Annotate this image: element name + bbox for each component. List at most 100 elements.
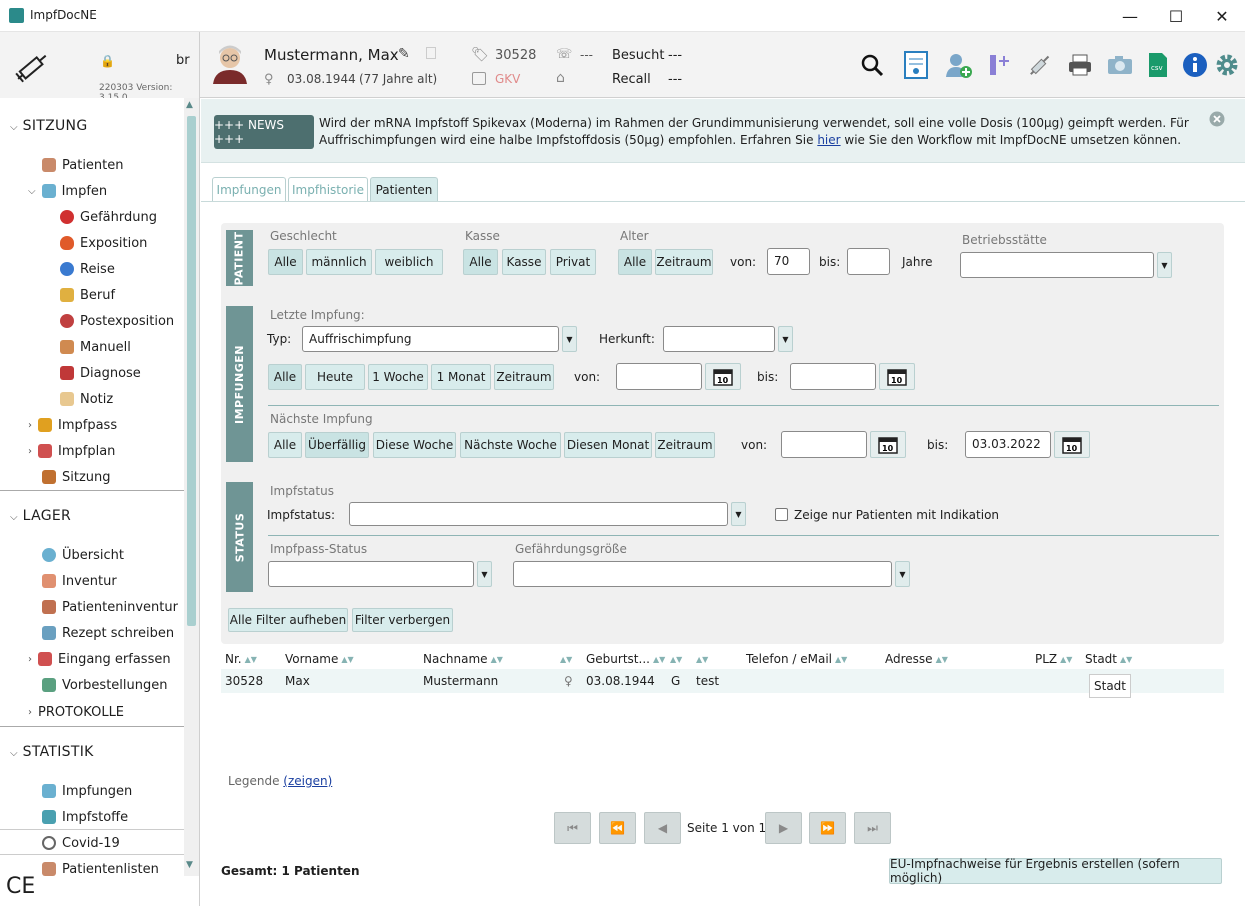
sidebar-item-gefaehrdung[interactable]: Gefährdung <box>60 206 157 228</box>
settings-gear-icon[interactable] <box>1212 50 1242 80</box>
add-entry-icon[interactable] <box>984 50 1014 80</box>
edit-pencil-icon[interactable]: ✎ <box>398 46 410 62</box>
letzte-heute-button[interactable]: Heute <box>305 364 365 390</box>
col-nachname[interactable]: Nachname ▲▼ <box>423 650 503 668</box>
naechste-diesenmonat-button[interactable]: Diesen Monat <box>564 432 652 458</box>
naechste-bis-input[interactable]: 03.03.2022 <box>965 431 1051 458</box>
sidebar-item-notiz[interactable]: Notiz <box>60 388 113 410</box>
table-row[interactable] <box>221 669 1224 693</box>
sidebar-item-patientenlisten[interactable]: Patientenlisten <box>42 858 159 880</box>
naechste-ueberfaellig-button[interactable]: Überfällig <box>305 432 369 458</box>
legend-show-link[interactable]: (zeigen) <box>283 774 332 788</box>
scroll-up-icon[interactable]: ▲ <box>186 100 193 110</box>
indikation-checkbox[interactable] <box>775 508 788 521</box>
alter-zeitraum-button[interactable]: Zeitraum <box>655 249 713 275</box>
kasse-alle-button[interactable]: Alle <box>463 249 498 275</box>
naechste-alle-button[interactable]: Alle <box>268 432 302 458</box>
gefaehrdung-select[interactable] <box>513 561 892 587</box>
close-button[interactable]: ✕ <box>1199 0 1245 32</box>
syringe-icon[interactable] <box>1025 50 1055 80</box>
delete-icon[interactable] <box>426 47 436 59</box>
col-adresse[interactable]: Adresse ▲▼ <box>885 650 948 668</box>
sidebar-item-impfplan[interactable]: › Impfplan <box>28 440 115 462</box>
col-g[interactable]: ▲▼ <box>670 650 682 668</box>
sidebar-item-postexposition[interactable]: Postexposition <box>60 310 174 332</box>
col-plz[interactable]: PLZ ▲▼ <box>1035 650 1072 668</box>
first-page-icon[interactable]: ⏮ <box>554 812 591 844</box>
sidebar-item-patienteninventur[interactable]: Patienteninventur <box>42 596 178 618</box>
news-badge[interactable]: +++ NEWS +++ <box>214 115 314 149</box>
tab-impfhistorie[interactable]: Impfhistorie <box>288 177 368 201</box>
col-nr[interactable]: Nr. ▲▼ <box>225 650 257 668</box>
eu-certificate-button[interactable]: EU-Impfnachweise für Ergebnis erstellen … <box>889 857 1222 885</box>
sidebar-item-rezept[interactable]: Rezept schreiben <box>42 622 174 644</box>
section-lager[interactable]: ⌵ LAGER <box>10 508 71 524</box>
sidebar-item-reise[interactable]: Reise <box>60 258 115 280</box>
search-icon[interactable] <box>857 50 887 80</box>
sidebar-item-impfen[interactable]: ⌵ Impfen <box>28 180 107 202</box>
betrieb-dropdown-icon[interactable]: ▼ <box>1157 252 1172 278</box>
impfstatus-dropdown-icon[interactable]: ▼ <box>731 502 746 526</box>
betrieb-select[interactable] <box>960 252 1154 278</box>
impfpass-dropdown-icon[interactable]: ▼ <box>477 561 492 587</box>
sidebar-item-sitzung[interactable]: Sitzung <box>42 466 111 488</box>
sidebar-item-exposition[interactable]: Exposition <box>60 232 147 254</box>
letzte-1monat-button[interactable]: 1 Monat <box>431 364 491 390</box>
sidebar-item-patienten[interactable]: Patienten <box>42 154 124 176</box>
herkunft-select[interactable] <box>663 326 775 352</box>
alter-bis-input[interactable] <box>847 248 890 275</box>
sidebar-item-stat-impfungen[interactable]: Impfungen <box>42 780 132 802</box>
typ-select[interactable]: Auffrischimpfung <box>302 326 559 352</box>
naechste-zeitraum-button[interactable]: Zeitraum <box>655 432 715 458</box>
tab-patienten[interactable]: Patienten <box>370 177 438 201</box>
lock-icon[interactable]: 🔒 <box>100 54 115 68</box>
sidebar-item-covid[interactable]: Covid-19 <box>42 832 120 854</box>
prev-block-icon[interactable]: ⏪ <box>599 812 636 844</box>
print-icon[interactable] <box>1065 50 1095 80</box>
prev-page-icon[interactable]: ◀ <box>644 812 681 844</box>
calendar-icon[interactable]: 10 <box>705 363 741 390</box>
scroll-down-icon[interactable]: ▼ <box>186 860 193 870</box>
alter-von-input[interactable]: 70 <box>767 248 810 275</box>
col-stadt[interactable]: Stadt ▲▼ <box>1085 650 1132 668</box>
next-block-icon[interactable]: ⏩ <box>809 812 846 844</box>
section-sitzung[interactable]: ⌵ SITZUNG <box>10 118 87 134</box>
add-patient-icon[interactable] <box>944 50 974 80</box>
kasse-kasse-button[interactable]: Kasse <box>502 249 546 275</box>
close-news-icon[interactable] <box>1209 111 1225 127</box>
sidebar-item-manuell[interactable]: Manuell <box>60 336 131 358</box>
sidebar-item-uebersicht[interactable]: Übersicht <box>42 544 124 566</box>
letzte-bis-input[interactable] <box>790 363 876 390</box>
geschlecht-weiblich-button[interactable]: weiblich <box>375 249 443 275</box>
csv-export-icon[interactable]: csv <box>1143 50 1173 80</box>
camera-icon[interactable] <box>1105 50 1135 80</box>
typ-dropdown-icon[interactable]: ▼ <box>562 326 577 352</box>
impfstatus-select[interactable] <box>349 502 728 526</box>
col-geburt[interactable]: Geburtst... ▲▼ <box>586 650 665 668</box>
reset-filters-button[interactable]: Alle Filter aufheben <box>228 608 348 632</box>
last-page-icon[interactable]: ⏭ <box>854 812 891 844</box>
geschlecht-alle-button[interactable]: Alle <box>268 249 303 275</box>
col-vorname[interactable]: Vorname ▲▼ <box>285 650 354 668</box>
sidebar-item-eingang[interactable]: › Eingang erfassen <box>28 648 171 670</box>
geschlecht-maennlich-button[interactable]: männlich <box>306 249 372 275</box>
letzte-von-input[interactable] <box>616 363 702 390</box>
info-icon[interactable] <box>1180 50 1210 80</box>
section-statistik[interactable]: ⌵ STATISTIK <box>10 744 94 760</box>
naechste-von-input[interactable] <box>781 431 867 458</box>
sidebar-item-beruf[interactable]: Beruf <box>60 284 115 306</box>
col-telefon[interactable]: Telefon / eMail ▲▼ <box>746 650 847 668</box>
gefaehrdung-dropdown-icon[interactable]: ▼ <box>895 561 910 587</box>
next-page-icon[interactable]: ▶ <box>765 812 802 844</box>
letzte-zeitraum-button[interactable]: Zeitraum <box>494 364 554 390</box>
sidebar-item-diagnose[interactable]: Diagnose <box>60 362 141 384</box>
letzte-1woche-button[interactable]: 1 Woche <box>368 364 428 390</box>
col-x[interactable]: ▲▼ <box>696 650 708 668</box>
letzte-alle-button[interactable]: Alle <box>268 364 302 390</box>
maximize-button[interactable]: ☐ <box>1153 0 1199 32</box>
naechste-naechstewoche-button[interactable]: Nächste Woche <box>460 432 561 458</box>
news-link[interactable]: hier <box>817 133 840 147</box>
naechste-diesewoche-button[interactable]: Diese Woche <box>373 432 456 458</box>
calendar-icon[interactable]: 10 <box>1054 431 1090 458</box>
sidebar-item-inventur[interactable]: Inventur <box>42 570 117 592</box>
